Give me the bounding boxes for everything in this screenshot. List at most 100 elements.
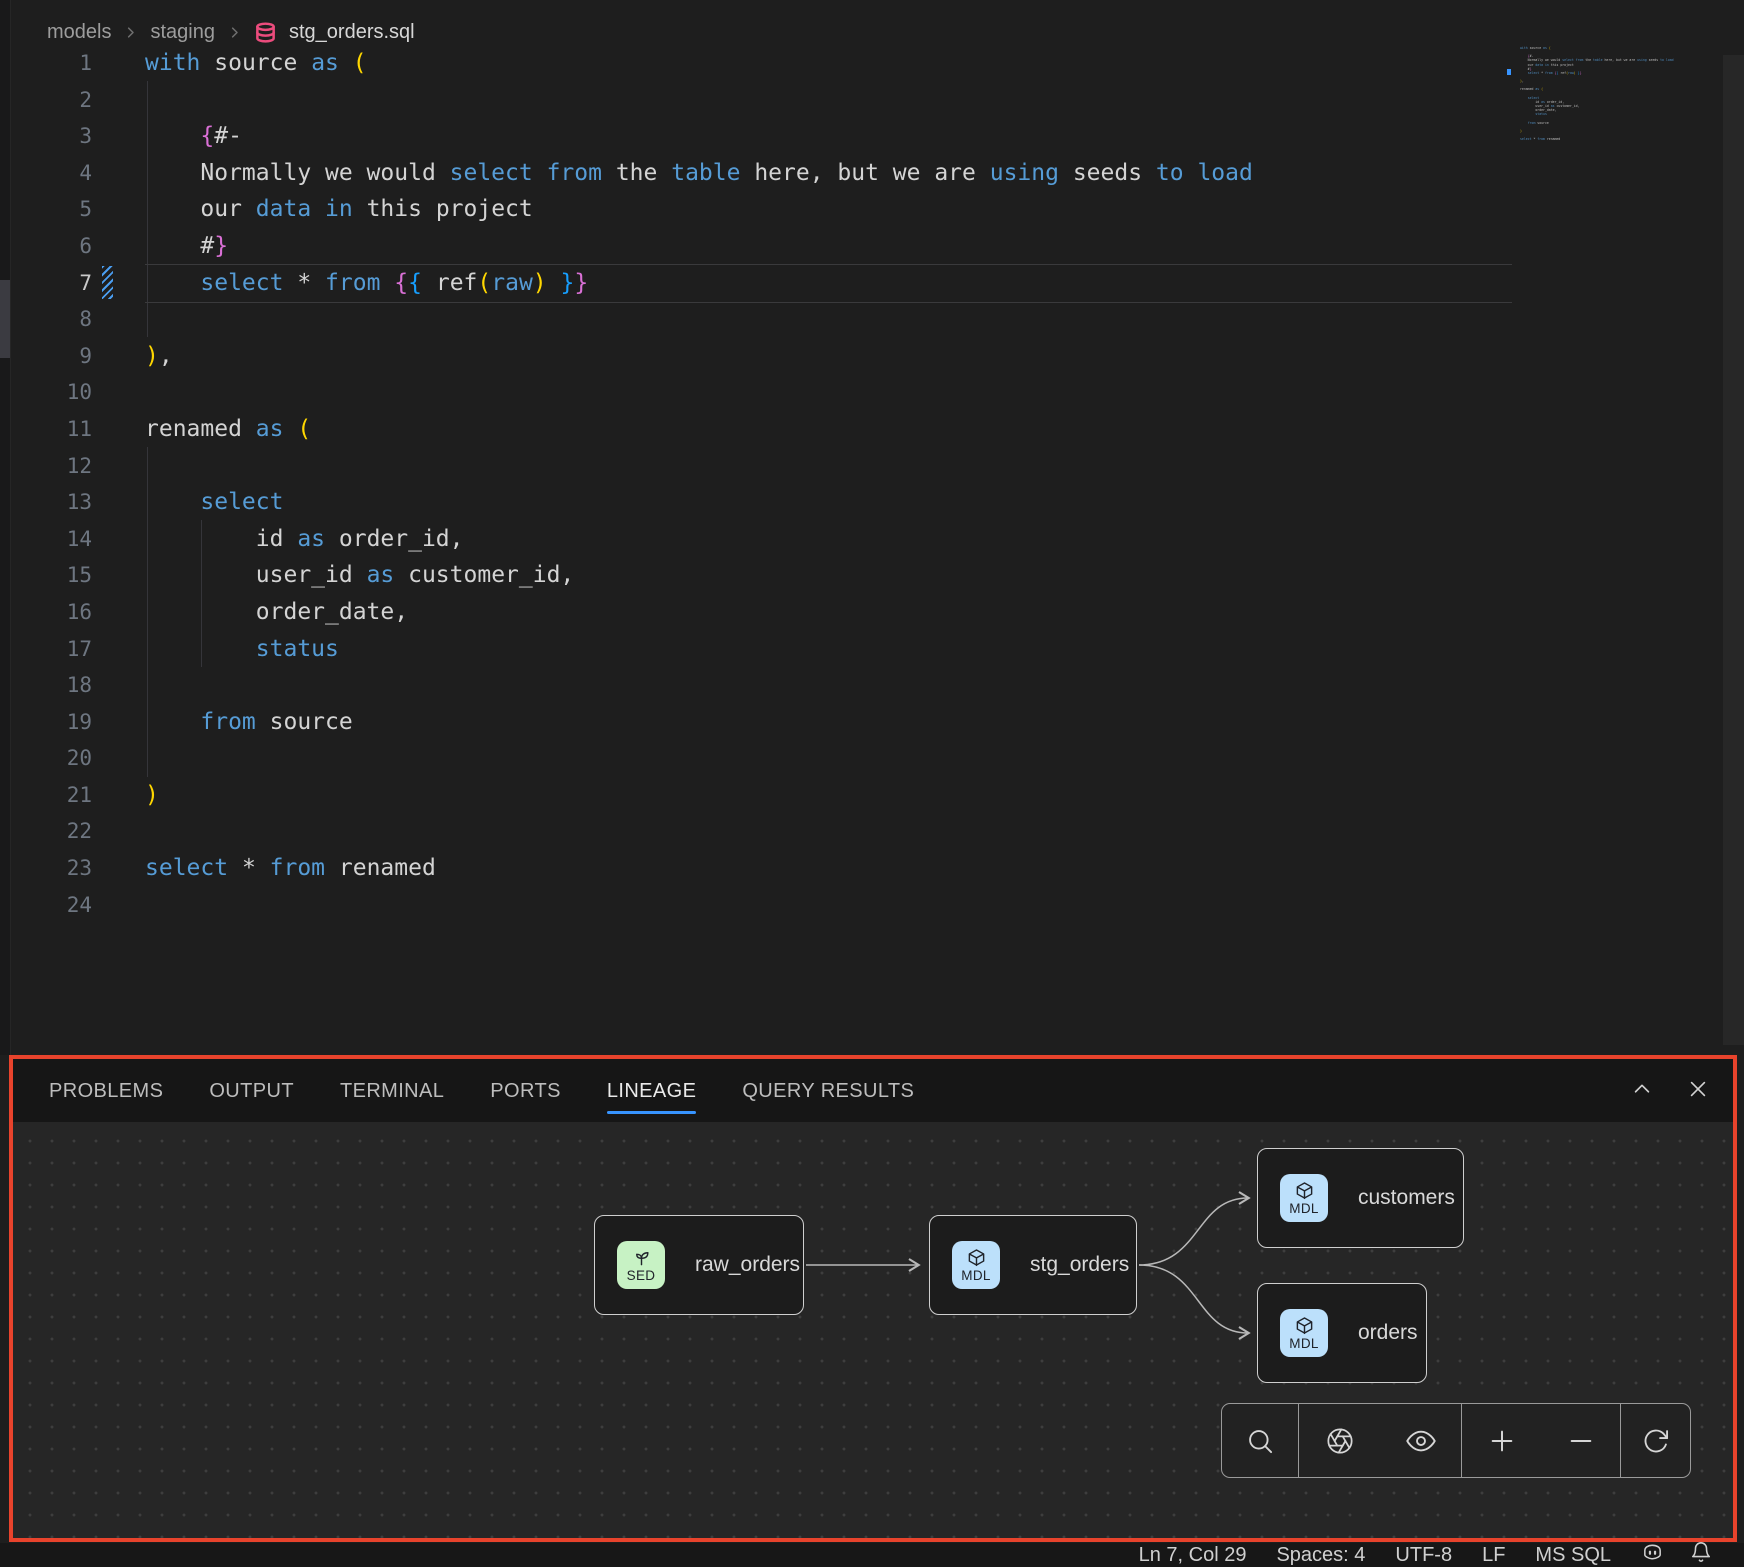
zoom-in-icon[interactable] — [1482, 1421, 1522, 1461]
panel-tab-ports[interactable]: PORTS — [490, 1059, 561, 1123]
panel-close-icon[interactable] — [1687, 1078, 1709, 1105]
code-text: renamed as ( — [92, 411, 311, 448]
line-number: 4 — [10, 155, 92, 192]
lineage-canvas[interactable]: SED raw_orders MDL stg_orders MDLcustomers… — [13, 1122, 1733, 1538]
minimap[interactable]: with source as ( {#- Normally we would s… — [1520, 46, 1700, 145]
code-text: status — [92, 631, 339, 668]
aperture-icon[interactable] — [1320, 1421, 1360, 1461]
code-text — [92, 887, 145, 924]
code-line-4[interactable]: 4 Normally we would select from the tabl… — [10, 155, 1744, 192]
strip-scroll-thumb[interactable] — [0, 280, 10, 358]
breadcrumb-item-models[interactable]: models — [47, 21, 111, 44]
code-line-6[interactable]: 6 #} — [10, 228, 1744, 265]
code-text: select — [92, 484, 283, 521]
code-editor[interactable]: 1with source as (23 {#-4 Normally we wou… — [10, 45, 1744, 923]
panel-tab-output[interactable]: OUTPUT — [209, 1059, 294, 1123]
code-line-18[interactable]: 18 — [10, 667, 1744, 704]
code-line-9[interactable]: 9), — [10, 338, 1744, 375]
code-line-12[interactable]: 12 — [10, 448, 1744, 485]
code-line-1[interactable]: 1with source as ( — [10, 45, 1744, 82]
code-line-7[interactable]: 7 select * from {{ ref(raw) }} — [10, 265, 1744, 302]
code-line-15[interactable]: 15 user_id as customer_id, — [10, 557, 1744, 594]
search-icon[interactable] — [1240, 1421, 1280, 1461]
lineage-node-raw_orders[interactable]: SED raw_orders — [594, 1215, 804, 1315]
line-number: 12 — [10, 448, 92, 485]
code-text: id as order_id, — [92, 521, 464, 558]
line-number: 1 — [10, 45, 92, 82]
code-text — [92, 374, 145, 411]
line-number: 5 — [10, 191, 92, 228]
code-line-19[interactable]: 19 from source — [10, 704, 1744, 741]
code-line-22[interactable]: 22 — [10, 813, 1744, 850]
copilot-icon[interactable] — [1641, 1541, 1664, 1567]
status-bar: Ln 7, Col 29 Spaces: 4 UTF-8 LF MS SQL — [0, 1543, 1744, 1567]
line-number: 16 — [10, 594, 92, 631]
code-line-21[interactable]: 21) — [10, 777, 1744, 814]
breadcrumb-file-name[interactable]: stg_orders.sql — [289, 21, 415, 44]
model-badge: MDL — [952, 1241, 1000, 1289]
vscode-window: models staging stg_orders.sql 1with sour… — [0, 0, 1744, 1567]
minimap-line — [1520, 141, 1700, 145]
panel-actions — [1631, 1059, 1709, 1123]
chevron-right-icon — [123, 25, 138, 40]
code-line-5[interactable]: 5 our data in this project — [10, 191, 1744, 228]
line-number: 2 — [10, 82, 92, 119]
code-text — [92, 667, 145, 704]
code-line-17[interactable]: 17 status — [10, 631, 1744, 668]
refresh-icon[interactable] — [1636, 1421, 1676, 1461]
status-item-1[interactable]: Spaces: 4 — [1276, 1544, 1365, 1567]
bell-icon[interactable] — [1690, 1541, 1712, 1567]
code-line-24[interactable]: 24 — [10, 887, 1744, 924]
code-text: select * from {{ ref(raw) }} — [92, 265, 588, 302]
line-number: 15 — [10, 557, 92, 594]
panel-maximize-chevron-up-icon[interactable] — [1631, 1078, 1653, 1105]
code-line-8[interactable]: 8 — [10, 301, 1744, 338]
editor-scrollbar[interactable] — [1723, 55, 1744, 1045]
tab-label: QUERY RESULTS — [742, 1080, 914, 1103]
lineage-node-orders[interactable]: MDLorders — [1257, 1283, 1427, 1383]
seed-badge: SED — [617, 1241, 665, 1289]
status-item-4[interactable]: MS SQL — [1535, 1544, 1611, 1567]
status-item-3[interactable]: LF — [1482, 1544, 1505, 1567]
code-text — [92, 448, 145, 485]
tab-label: PROBLEMS — [49, 1080, 163, 1103]
panel-tab-lineage[interactable]: LINEAGE — [607, 1059, 697, 1123]
line-number: 3 — [10, 118, 92, 155]
line-number: 9 — [10, 338, 92, 375]
code-line-14[interactable]: 14 id as order_id, — [10, 521, 1744, 558]
breadcrumb-item-staging[interactable]: staging — [150, 21, 215, 44]
line-number: 17 — [10, 631, 92, 668]
code-line-2[interactable]: 2 — [10, 82, 1744, 119]
node-label: raw_orders — [695, 1253, 800, 1277]
lineage-toolbar — [1221, 1403, 1691, 1478]
code-line-11[interactable]: 11renamed as ( — [10, 411, 1744, 448]
panel-tab-query-results[interactable]: QUERY RESULTS — [742, 1059, 914, 1123]
code-text — [92, 301, 145, 338]
line-number: 20 — [10, 740, 92, 777]
code-line-16[interactable]: 16 order_date, — [10, 594, 1744, 631]
code-line-23[interactable]: 23select * from renamed — [10, 850, 1744, 887]
code-line-20[interactable]: 20 — [10, 740, 1744, 777]
panel-tab-terminal[interactable]: TERMINAL — [340, 1059, 444, 1123]
code-text: {#- — [92, 118, 242, 155]
code-text: select * from renamed — [92, 850, 436, 887]
line-number: 6 — [10, 228, 92, 265]
node-label: stg_orders — [1030, 1253, 1129, 1277]
panel-tab-bar: PROBLEMS OUTPUT TERMINAL PORTS LINEAGE QUERY … — [13, 1059, 1733, 1123]
bottom-panel: PROBLEMS OUTPUT TERMINAL PORTS LINEAGE QUERY … — [9, 1055, 1737, 1542]
code-line-10[interactable]: 10 — [10, 374, 1744, 411]
code-line-13[interactable]: 13 select — [10, 484, 1744, 521]
lineage-node-stg_orders[interactable]: MDL stg_orders — [929, 1215, 1137, 1315]
panel-tab-problems[interactable]: PROBLEMS — [49, 1059, 163, 1123]
status-item-0[interactable]: Ln 7, Col 29 — [1139, 1544, 1247, 1567]
code-line-3[interactable]: 3 {#- — [10, 118, 1744, 155]
tab-label: PORTS — [490, 1080, 561, 1103]
zoom-out-icon[interactable] — [1561, 1421, 1601, 1461]
lineage-node-customers[interactable]: MDLcustomers — [1257, 1148, 1464, 1248]
code-text — [92, 813, 145, 850]
eye-icon[interactable] — [1401, 1421, 1441, 1461]
line-number: 24 — [10, 887, 92, 924]
code-text: #} — [92, 228, 228, 265]
model-badge: MDL — [1280, 1309, 1328, 1357]
status-item-2[interactable]: UTF-8 — [1395, 1544, 1452, 1567]
